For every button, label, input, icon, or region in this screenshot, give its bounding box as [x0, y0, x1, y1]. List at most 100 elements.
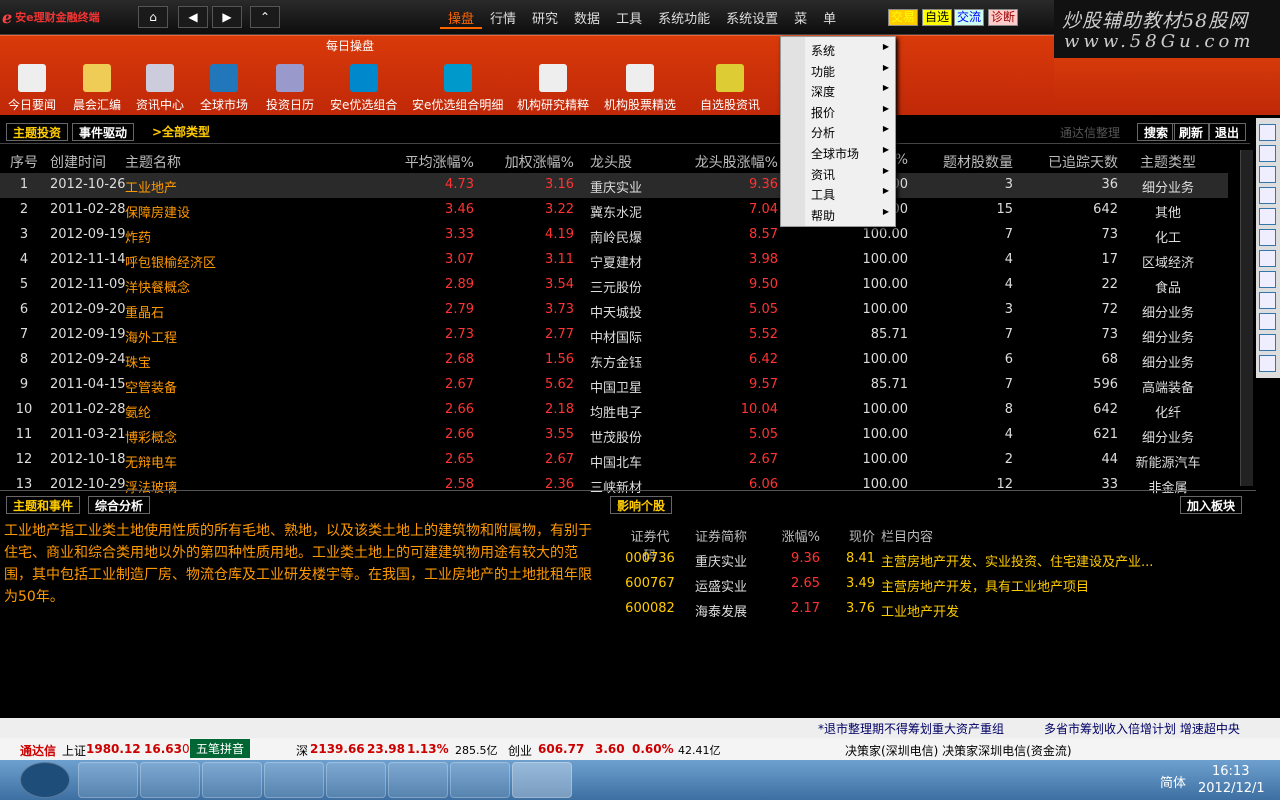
table-row[interactable]: 3 2012-09-19 炸药 3.33 4.19 南岭民爆 8.57 100.00 7 73 化工	[0, 223, 1228, 248]
tab-affected-stocks[interactable]: 影响个股	[610, 496, 673, 514]
menu-item[interactable]: 数据	[566, 8, 608, 29]
tab-theme-invest[interactable]: 主题投资	[6, 123, 69, 141]
tag-button[interactable]: 交易	[888, 9, 919, 26]
search-button[interactable]: 搜索	[1137, 123, 1176, 141]
toolbar-item[interactable]: 安e优选组合明细	[412, 64, 503, 113]
dropdown-item[interactable]: 分析 ▶	[811, 124, 891, 141]
table-row[interactable]: 12012-10-26工业地产4.733.16重庆实业9.36100.00336…	[0, 173, 1228, 198]
column-header[interactable]: 现价	[830, 526, 875, 545]
menu-item[interactable]: 菜	[786, 8, 815, 29]
menu-item[interactable]: 研究	[524, 8, 566, 29]
dropdown-item[interactable]: 帮助 ▶	[811, 207, 891, 224]
table-row[interactable]: 7 2012-09-19 海外工程 2.73 2.77 中材国际 5.52 85.71 7 73 细…	[0, 323, 1228, 348]
up-button[interactable]: ⌃	[250, 6, 280, 28]
column-header[interactable]: 创建时间	[50, 152, 106, 172]
type-filter[interactable]: >全部类型	[146, 123, 216, 141]
table-row[interactable]: 10 2011-02-28 氨纶 2.66 2.18 均胜电子 10.04 100.00 8 64…	[0, 398, 1228, 423]
toolbar-item[interactable]: 机构股票精选	[604, 64, 676, 113]
toolbar-item[interactable]: 全球市场	[200, 64, 248, 113]
toolbar-item[interactable]: 晨会汇编	[73, 64, 121, 113]
affected-row[interactable]: 600767 运盛实业 2.65 3.49 主营房地产开发，具有工业地产项目	[610, 572, 1210, 597]
column-header[interactable]: 加权涨幅%	[480, 152, 574, 172]
affected-row[interactable]: 000736 重庆实业 9.36 8.41 主营房地产开发、实业投资、住宅建设及产业..…	[610, 547, 1210, 572]
dropdown-item[interactable]: 深度 ▶	[811, 83, 891, 100]
toolbar-item[interactable]: 机构研究精粹	[517, 64, 589, 113]
dropdown-item[interactable]: 工具 ▶	[811, 186, 891, 203]
column-header[interactable]: 主题类型	[1128, 152, 1208, 172]
table-row[interactable]: 13 2012-10-29 浮法玻璃 2.58 2.36 三峡新材 6.06 100.00 12…	[0, 473, 1228, 498]
table-row[interactable]: 6 2012-09-20 重晶石 2.79 3.73 中天城投 5.05 100.00 3 72 细…	[0, 298, 1228, 323]
tab-event-driven[interactable]: 事件驱动	[72, 123, 135, 141]
home-button[interactable]: ⌂	[138, 6, 168, 28]
app-task[interactable]	[264, 762, 324, 798]
clock-date[interactable]: 2012/12/1	[1198, 781, 1265, 796]
table-row[interactable]: 9 2011-04-15 空管装备 2.67 5.62 中国卫星 9.57 85.71 7 596…	[0, 373, 1228, 398]
table-row[interactable]: 5 2012-11-09 洋快餐概念 2.89 3.54 三元股份 9.50 100.00 4 2…	[0, 273, 1228, 298]
column-header[interactable]: 涨幅%	[765, 526, 820, 545]
table-row[interactable]: 11 2011-03-21 博彩概念 2.66 3.55 世茂股份 5.05 100.00 4 6…	[0, 423, 1228, 448]
start-button[interactable]	[20, 762, 70, 798]
side-tool-icon[interactable]	[1259, 334, 1276, 351]
explorer-task[interactable]	[78, 762, 138, 798]
column-header[interactable]: 证券简称	[695, 526, 747, 545]
table-row[interactable]: 12 2012-10-18 无辩电车 2.65 2.67 中国北车 2.67 100.00 2 4…	[0, 448, 1228, 473]
column-header[interactable]: 栏目内容	[881, 526, 933, 545]
side-tool-icon[interactable]	[1259, 250, 1276, 267]
dropdown-item[interactable]: 全球市场 ▶	[811, 145, 891, 162]
dropdown-item[interactable]: 报价 ▶	[811, 104, 891, 121]
side-tool-icon[interactable]	[1259, 124, 1276, 141]
side-tool-icon[interactable]	[1259, 229, 1276, 246]
menu-item[interactable]: 单	[815, 8, 844, 29]
tag-button[interactable]: 交流	[954, 9, 985, 26]
side-tool-icon[interactable]	[1259, 271, 1276, 288]
table-row[interactable]: 8 2012-09-24 珠宝 2.68 1.56 东方金钰 6.42 100.00 6 68 细分…	[0, 348, 1228, 373]
column-header[interactable]: 已追踪天数	[1030, 152, 1118, 172]
column-header[interactable]: 平均涨幅%	[380, 152, 474, 172]
terminal-task[interactable]	[512, 762, 572, 798]
toolbar-item[interactable]: 投资日历	[266, 64, 314, 113]
refresh-button[interactable]: 刷新	[1172, 123, 1211, 141]
ticker-item[interactable]: 多省市筹划收入倍增计划 增速超中央	[1044, 720, 1240, 737]
language-indicator[interactable]: 简体	[1160, 772, 1186, 791]
toolbar-item[interactable]: 资讯中心	[136, 64, 184, 113]
image-task[interactable]	[326, 762, 386, 798]
menu-item[interactable]: 操盘	[440, 8, 483, 29]
app-task[interactable]	[140, 762, 200, 798]
table-row[interactable]: 22011-02-28保障房建设3.463.22冀东水泥7.04100.0015…	[0, 198, 1228, 223]
side-tool-icon[interactable]	[1259, 145, 1276, 162]
menu-item[interactable]: 工具	[608, 8, 650, 29]
column-header[interactable]: 主题名称	[125, 152, 181, 172]
column-header[interactable]: 龙头股涨幅%	[670, 152, 778, 172]
toolbar-item[interactable]: 安e优选组合	[330, 64, 397, 113]
news-source[interactable]: 决策家(深圳电信) 决策家深圳电信(资金流)	[845, 742, 1072, 759]
column-header[interactable]: 题材股数量	[920, 152, 1013, 172]
tag-button[interactable]: 诊断	[988, 9, 1019, 26]
menu-item[interactable]: 系统功能	[650, 8, 718, 29]
side-tool-icon[interactable]	[1259, 166, 1276, 183]
opera-task[interactable]	[202, 762, 262, 798]
tab-analysis[interactable]: 综合分析	[88, 496, 151, 514]
app-task[interactable]	[450, 762, 510, 798]
column-header[interactable]: 序号	[8, 152, 40, 172]
add-sector-button[interactable]: 加入板块	[1180, 496, 1243, 514]
dropdown-item[interactable]: 功能 ▶	[811, 63, 891, 80]
back-button[interactable]: ◀	[178, 6, 208, 28]
tag-button[interactable]: 自选	[922, 9, 953, 26]
toolbar-item[interactable]: 自选股资讯	[700, 64, 760, 113]
exit-button[interactable]: 退出	[1208, 123, 1247, 141]
dropdown-item[interactable]: 资讯 ▶	[811, 166, 891, 183]
affected-row[interactable]: 600082 海泰发展 2.17 3.76 工业地产开发	[610, 597, 1210, 622]
tab-theme-event[interactable]: 主题和事件	[6, 496, 81, 514]
forward-button[interactable]: ▶	[212, 6, 242, 28]
toolbar-item[interactable]: 今日要闻	[8, 64, 56, 113]
clock-time[interactable]: 16:13	[1212, 764, 1249, 779]
side-tool-icon[interactable]	[1259, 187, 1276, 204]
ime-indicator[interactable]: 五笔拼音	[190, 739, 251, 758]
side-tool-icon[interactable]	[1259, 292, 1276, 309]
app-task[interactable]	[388, 762, 448, 798]
side-tool-icon[interactable]	[1259, 313, 1276, 330]
table-row[interactable]: 4 2012-11-14 呼包银榆经济区 3.07 3.11 宁夏建材 3.98 100.00…	[0, 248, 1228, 273]
side-tool-icon[interactable]	[1259, 208, 1276, 225]
column-header[interactable]: 龙头股	[590, 152, 632, 172]
menu-item[interactable]: 行情	[482, 8, 524, 29]
